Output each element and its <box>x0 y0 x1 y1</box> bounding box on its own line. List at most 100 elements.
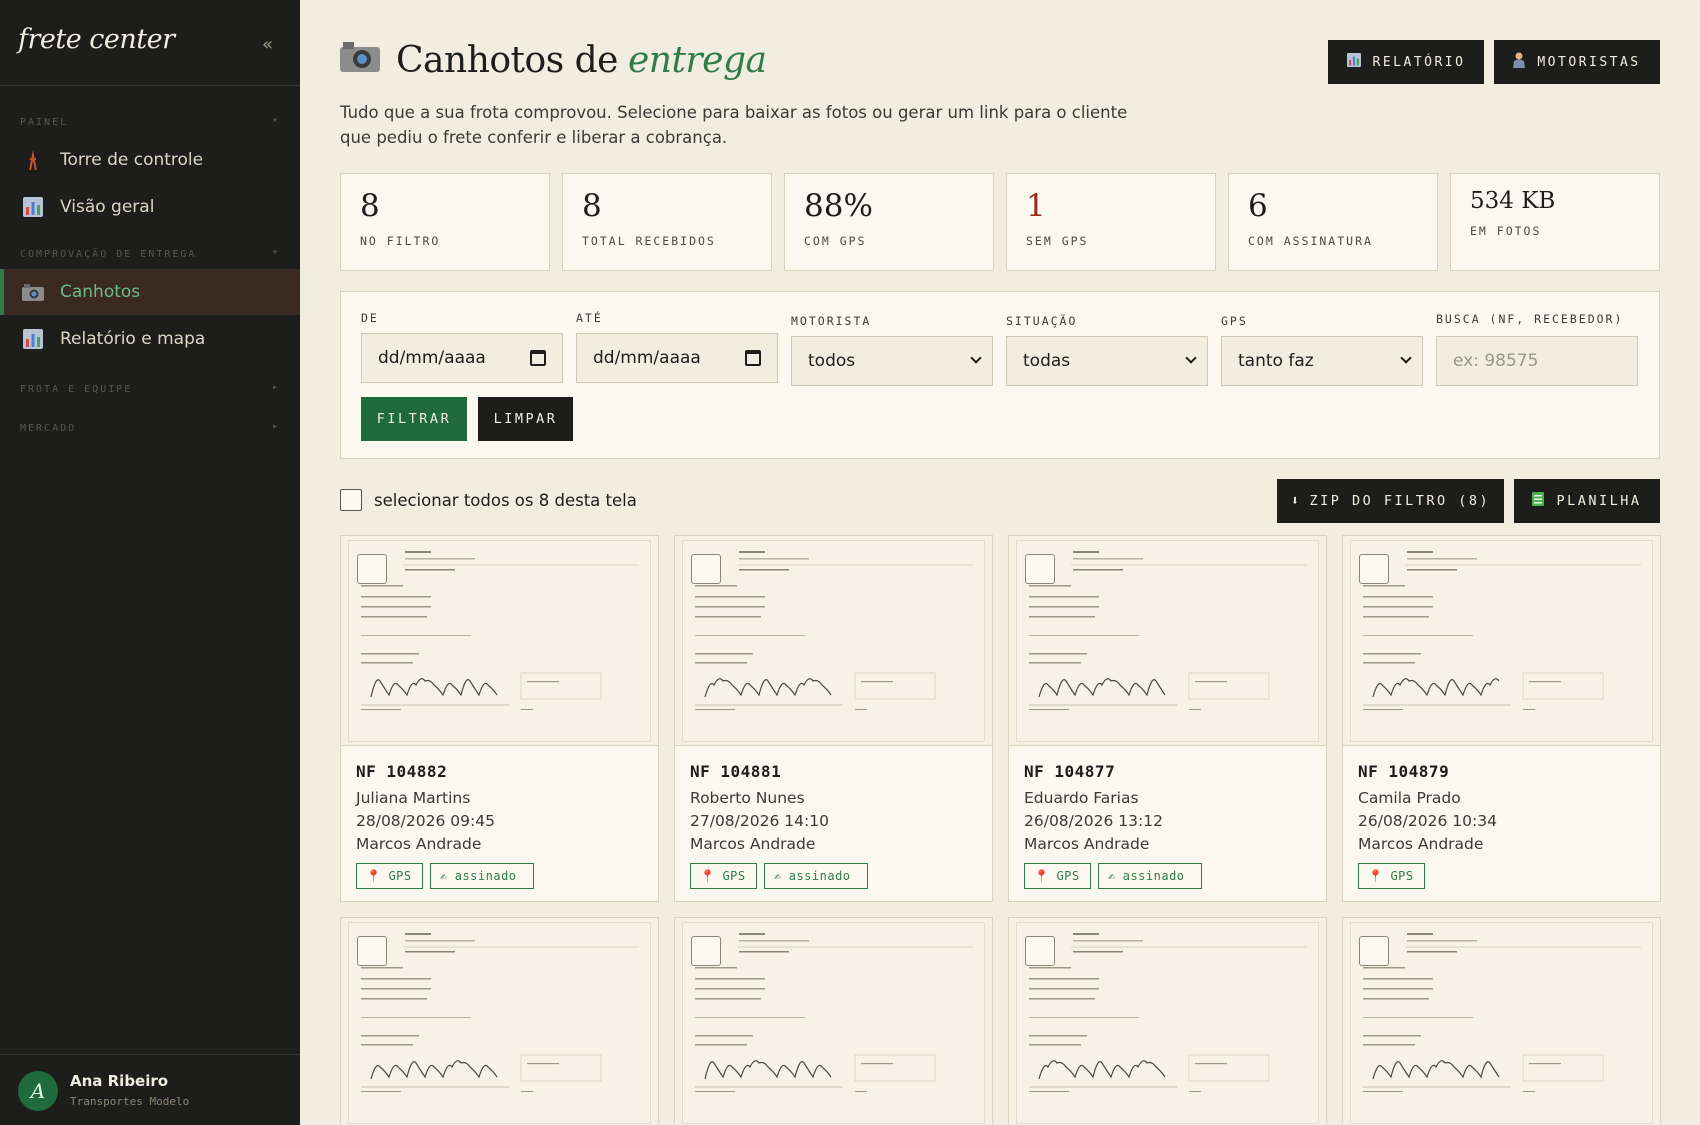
receipt-document-image <box>682 540 985 742</box>
sidebar-item-visao[interactable]: Visão geral <box>0 184 300 230</box>
receipt-card[interactable] <box>674 917 993 1125</box>
receiver-name: Roberto Nunes <box>690 789 805 807</box>
driver-select[interactable]: todos <box>791 336 993 386</box>
delivery-datetime: 28/08/2026 09:45 <box>356 812 495 830</box>
calendar-icon[interactable] <box>530 350 546 366</box>
chevron-icon: ▾ <box>271 115 280 126</box>
from-date-value: dd/mm/aaaa <box>378 348 486 368</box>
chevron-icon: ▾ <box>271 247 280 258</box>
receipt-document-image <box>1016 540 1319 742</box>
drivers-button[interactable]: MOTORISTAS <box>1494 40 1660 84</box>
brand-logo[interactable]: frete center <box>18 24 175 55</box>
badge-label: GPS <box>1056 869 1080 883</box>
receipt-card[interactable]: NF 104881 Roberto Nunes 27/08/2026 14:10 Ma… <box>674 535 993 902</box>
stat-com-gps: 88% COM GPS <box>784 173 994 271</box>
section-mercado[interactable]: MERCADO ▸ <box>20 421 280 434</box>
report-button[interactable]: RELATÓRIO <box>1328 40 1484 84</box>
search-placeholder: ex: 98575 <box>1453 351 1539 371</box>
receiver-name: Camila Prado <box>1358 789 1461 807</box>
user-company: Transportes Modelo <box>70 1095 190 1108</box>
receipt-card[interactable]: NF 104882 Juliana Martins 28/08/2026 09:45… <box>340 535 659 902</box>
section-frota[interactable]: FROTA E EQUIPE ▸ <box>20 382 280 395</box>
invoice-number: NF 104882 <box>356 762 448 781</box>
card-checkbox[interactable] <box>1025 554 1055 584</box>
delivery-datetime: 26/08/2026 13:12 <box>1024 812 1163 830</box>
gps-value: tanto faz <box>1238 351 1314 371</box>
sidebar-item-relatorio[interactable]: Relatório e mapa <box>0 316 300 362</box>
receipt-photo[interactable] <box>1009 918 1326 1125</box>
section-painel[interactable]: PAINEL ▾ <box>20 115 280 128</box>
to-date-input[interactable]: dd/mm/aaaa <box>576 333 778 383</box>
receipt-card[interactable]: NF 104879 Camila Prado 26/08/2026 10:34 Mar… <box>1342 535 1661 902</box>
invoice-number: NF 104881 <box>690 762 782 781</box>
receipt-card[interactable]: NF 104877 Eduardo Farias 26/08/2026 13:12 M… <box>1008 535 1327 902</box>
card-checkbox[interactable] <box>691 554 721 584</box>
zip-button[interactable]: ⬇ ZIP DO FILTRO (8) <box>1277 479 1504 523</box>
status-select[interactable]: todas <box>1006 336 1208 386</box>
from-date-input[interactable]: dd/mm/aaaa <box>361 333 563 383</box>
delivery-datetime: 26/08/2026 10:34 <box>1358 812 1497 830</box>
clear-button[interactable]: LIMPAR <box>478 397 573 441</box>
sidebar-item-torre[interactable]: Torre de controle <box>0 137 300 183</box>
chevron-down-icon <box>1400 352 1412 364</box>
stat-label: COM GPS <box>804 234 867 248</box>
sidebar: frete center « PAINEL ▾ Torre de controle… <box>0 0 300 1125</box>
stat-label: SEM GPS <box>1026 234 1089 248</box>
select-all-checkbox[interactable] <box>340 489 362 511</box>
page-title: Canhotos de entrega <box>340 40 767 81</box>
card-checkbox[interactable] <box>1359 554 1389 584</box>
pin-icon: 📍 <box>1034 869 1050 883</box>
receipt-photo[interactable] <box>1343 918 1660 1125</box>
receipt-photo[interactable] <box>1343 536 1660 746</box>
section-comprovacao[interactable]: COMPROVAÇÃO DE ENTREGA ▾ <box>20 247 280 260</box>
card-checkbox[interactable] <box>1359 936 1389 966</box>
user-profile[interactable]: A Ana Ribeiro Transportes Modelo <box>0 1054 300 1125</box>
receiver-name: Juliana Martins <box>356 789 471 807</box>
stat-label: NO FILTRO <box>360 234 441 248</box>
sidebar-item-label: Visão geral <box>60 197 155 217</box>
section-label: MERCADO <box>20 423 77 434</box>
camera-icon <box>340 40 380 81</box>
card-checkbox[interactable] <box>1025 936 1055 966</box>
receipt-card[interactable] <box>340 917 659 1125</box>
card-checkbox[interactable] <box>357 554 387 584</box>
pin-icon: 📍 <box>700 869 716 883</box>
receipt-photo[interactable] <box>675 536 992 746</box>
camera-icon <box>22 281 44 303</box>
search-input[interactable]: ex: 98575 <box>1436 336 1638 386</box>
receipt-photo[interactable] <box>341 918 658 1125</box>
receipt-photo[interactable] <box>1009 536 1326 746</box>
card-checkbox[interactable] <box>691 936 721 966</box>
driver-name: Marcos Andrade <box>1024 835 1150 853</box>
receipt-document-image <box>348 540 651 742</box>
gps-badge: 📍 GPS <box>1024 863 1091 889</box>
title-main: Canhotos de <box>396 40 618 81</box>
stat-sem-gps: 1 SEM GPS <box>1006 173 1216 271</box>
zip-label: ZIP DO FILTRO (8) <box>1309 493 1491 509</box>
calendar-icon[interactable] <box>745 350 761 366</box>
invoice-number: NF 104879 <box>1358 762 1450 781</box>
section-label: FROTA E EQUIPE <box>20 384 133 395</box>
stat-no-filtro: 8 NO FILTRO <box>340 173 550 271</box>
select-all[interactable]: selecionar todos os 8 desta tela <box>340 489 637 511</box>
receipt-photo[interactable] <box>675 918 992 1125</box>
receipt-document-image <box>1350 922 1653 1124</box>
filter-button[interactable]: FILTRAR <box>361 397 467 441</box>
receipt-card[interactable] <box>1008 917 1327 1125</box>
receipt-card[interactable] <box>1342 917 1661 1125</box>
card-checkbox[interactable] <box>357 936 387 966</box>
collapse-sidebar-button[interactable]: « <box>262 34 273 55</box>
spreadsheet-button[interactable]: PLANILHA <box>1514 479 1660 523</box>
receipt-document-image <box>348 922 651 1124</box>
section-label: COMPROVAÇÃO DE ENTREGA <box>20 249 197 260</box>
receipt-photo[interactable] <box>341 536 658 746</box>
receipt-document-image <box>1350 540 1653 742</box>
stat-value: 88% <box>804 188 873 224</box>
stat-label: COM ASSINATURA <box>1248 234 1373 248</box>
spreadsheet-label: PLANILHA <box>1556 493 1642 509</box>
stat-value: 6 <box>1248 188 1268 224</box>
chevron-icon: ▸ <box>271 382 280 393</box>
gps-select[interactable]: tanto faz <box>1221 336 1423 386</box>
sidebar-item-canhotos[interactable]: Canhotos <box>0 269 300 315</box>
chevron-down-icon <box>1185 352 1197 364</box>
